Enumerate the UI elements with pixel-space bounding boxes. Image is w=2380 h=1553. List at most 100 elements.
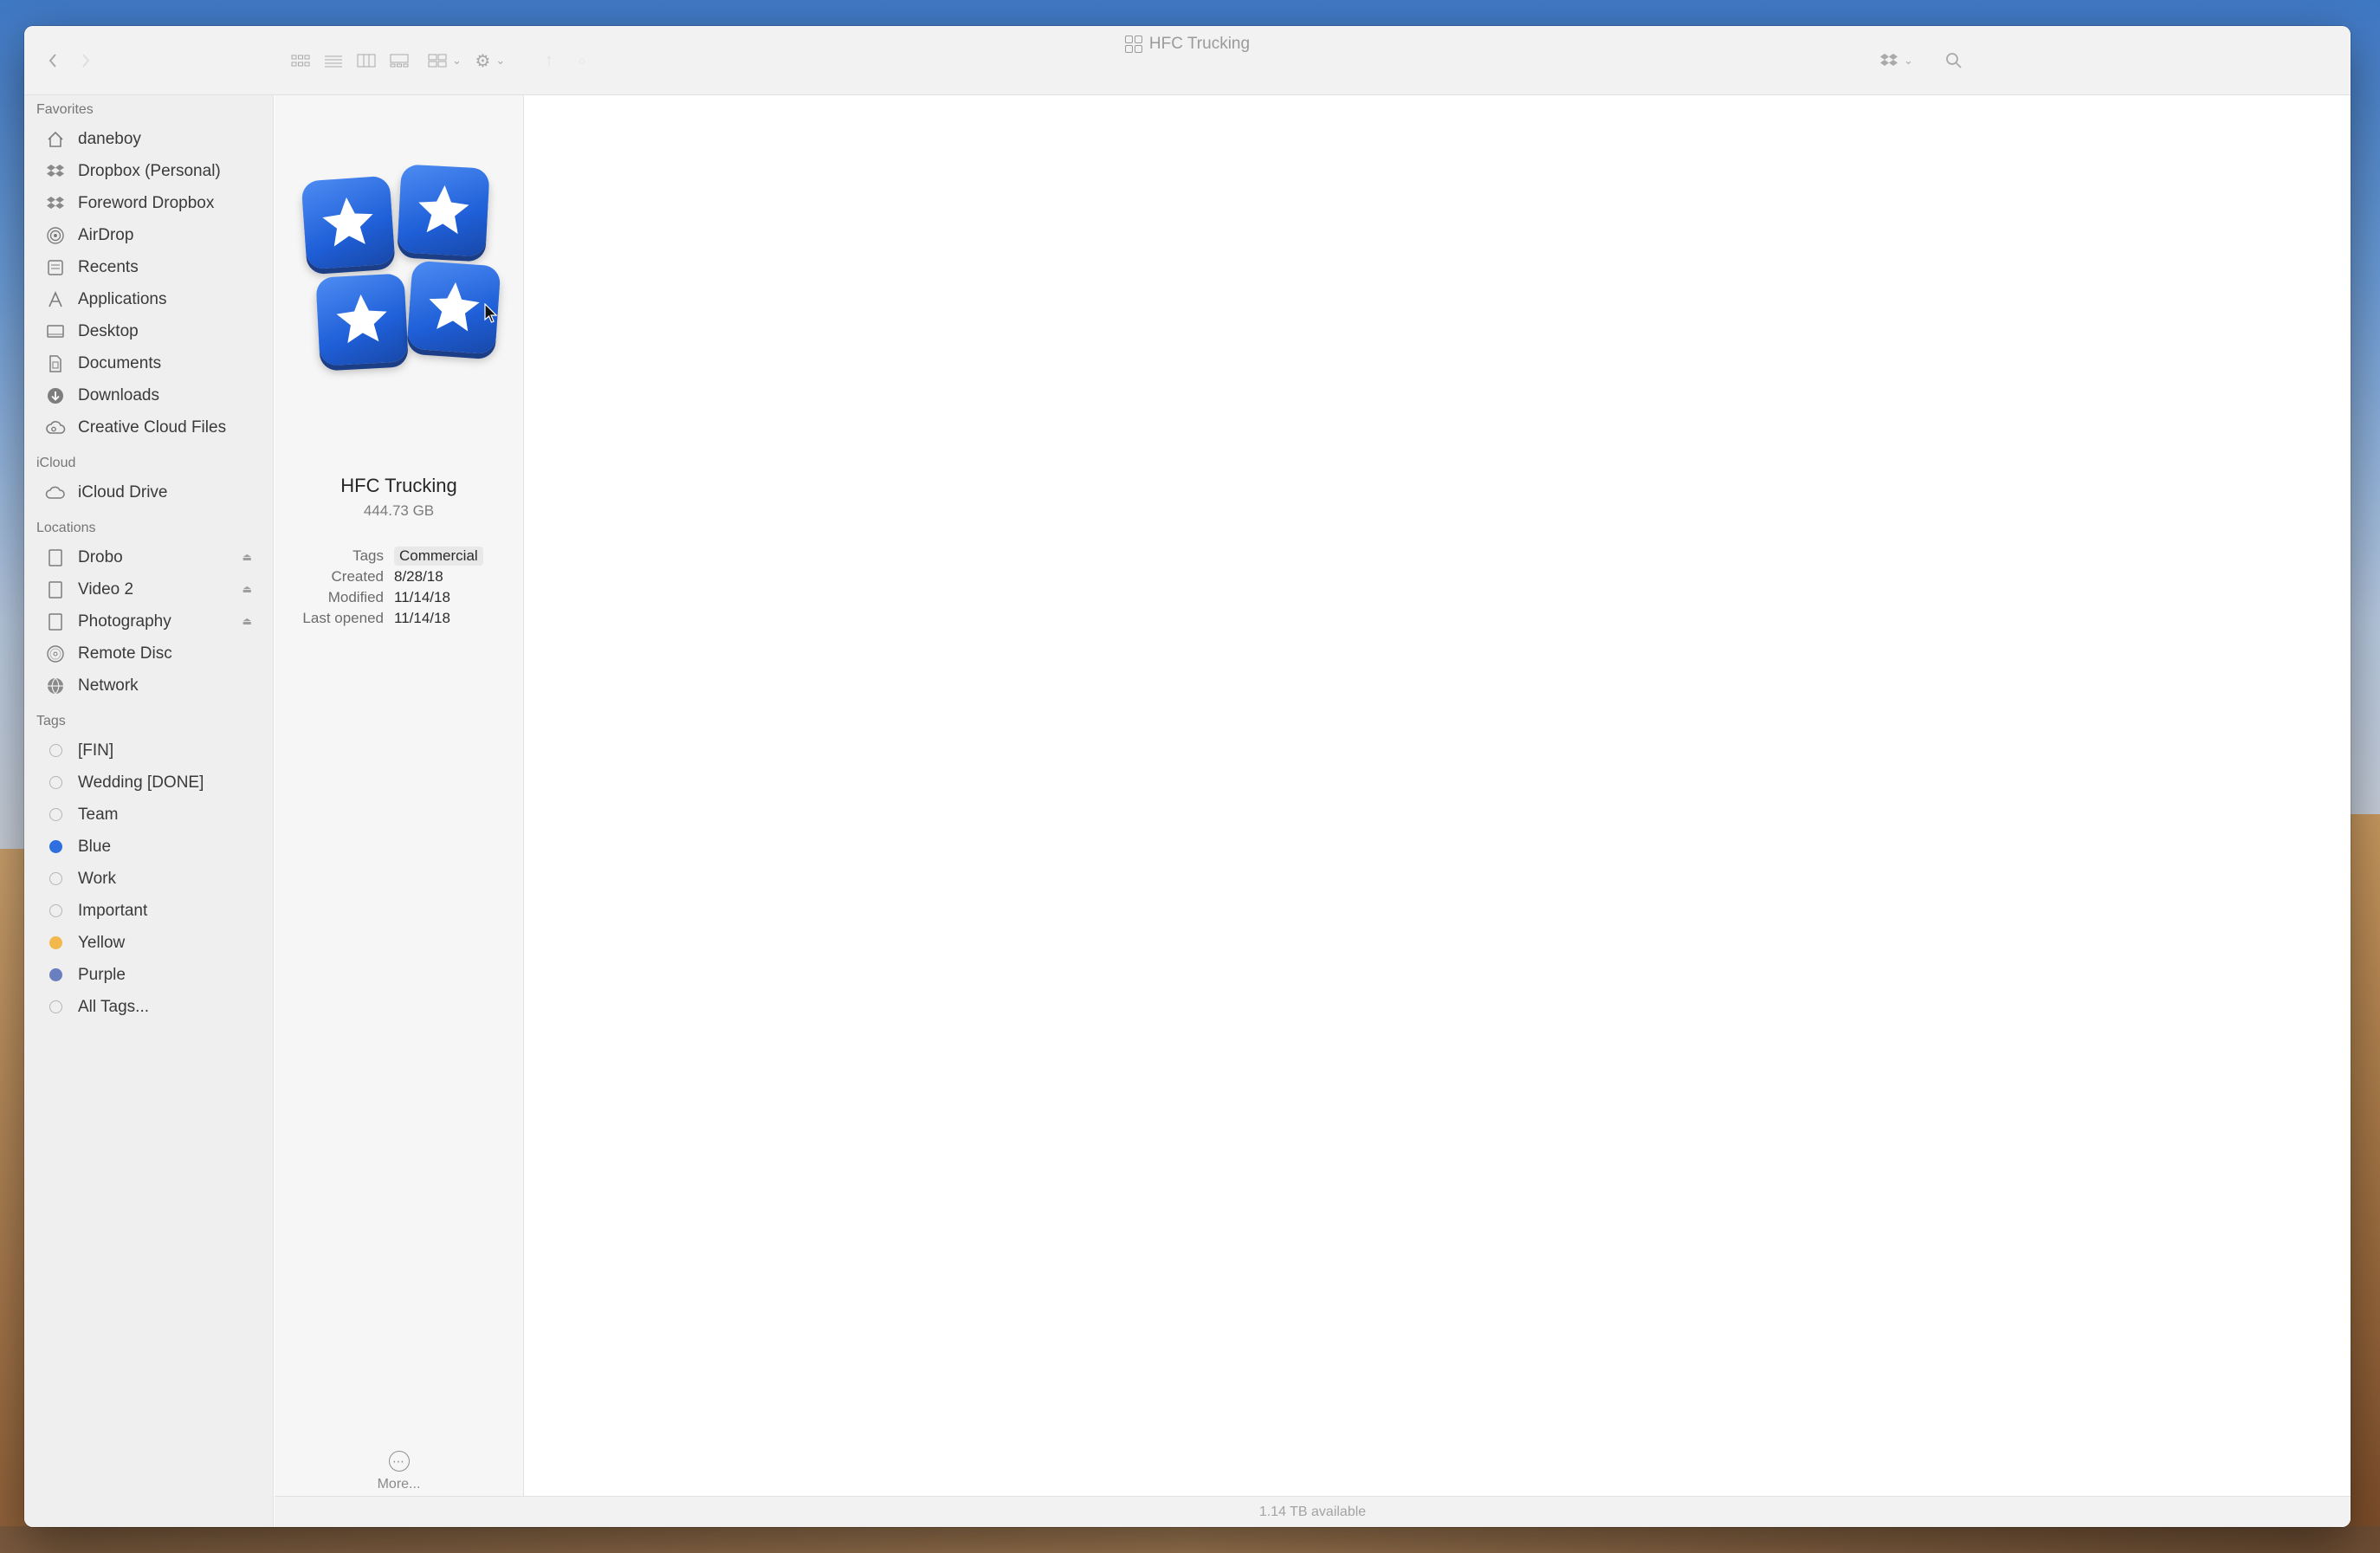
sidebar-item-label: Wedding [DONE] [78,773,204,792]
drive-icon [45,579,66,600]
status-bar: 1.14 TB available [275,1496,2351,1527]
ellipsis-icon: ⋯ [388,1451,410,1472]
dropbox-controls: ⌄ [1879,43,1913,78]
cloud-icon [45,482,66,503]
more-button[interactable]: ⋯ More... [275,1451,523,1492]
globe-icon [45,676,66,696]
house-icon [45,129,66,150]
sidebar-item-recents[interactable]: Recents [24,251,273,283]
sidebar-item-label: Downloads [78,385,159,404]
meta-value: 11/14/18 [394,589,450,605]
sidebar-item-remote-disc[interactable]: Remote Disc [24,637,273,670]
drive-icon [45,547,66,568]
download-icon [45,385,66,406]
sidebar-tag-wedding-done[interactable]: Wedding [DONE] [24,767,273,799]
sidebar-tag-fin[interactable]: [FIN] [24,734,273,767]
edit-tags-button[interactable]: ○ [566,43,598,78]
sidebar: Favorites daneboy Dropbox (Personal) For… [24,95,274,1527]
icon-view-icon [291,55,310,67]
list-view-icon [325,55,342,68]
meta-value: 8/28/18 [394,568,443,585]
drive-icon [45,611,66,632]
sidebar-item-label: [FIN] [78,741,114,760]
mouse-cursor-icon [484,303,498,323]
sidebar-item-applications[interactable]: Applications [24,283,273,315]
sidebar-item-label: Documents [78,353,162,372]
sidebar-tag-purple[interactable]: Purple [24,959,273,991]
icon-view-button[interactable] [284,43,317,78]
sidebar-item-label: iCloud Drive [78,482,168,501]
column-view-icon [357,54,376,68]
share-button[interactable]: ↑ [533,43,566,78]
magnifier-icon [1946,53,1962,68]
dropbox-icon [45,161,66,182]
chevron-down-icon: ⌄ [452,54,462,67]
disc-icon [45,644,66,664]
tag-chip[interactable]: Commercial [394,547,483,566]
sidebar-tag-yellow[interactable]: Yellow [24,927,273,959]
folder-grid-icon [1124,36,1142,53]
navigation-controls [36,43,102,78]
sidebar-item-desktop[interactable]: Desktop [24,315,273,347]
search-field[interactable] [1945,43,2326,78]
sidebar-item-label: Video 2 [78,579,134,599]
eject-icon[interactable]: ⏏ [243,551,252,563]
meta-key: Last opened [302,610,384,626]
eject-icon[interactable]: ⏏ [243,615,252,627]
eject-icon[interactable]: ⏏ [243,583,252,595]
sidebar-tag-blue[interactable]: Blue [24,831,273,863]
meta-key: Created [331,568,384,585]
back-button[interactable] [36,43,69,78]
meta-key: Modified [327,589,384,605]
sidebar-item-airdrop[interactable]: AirDrop [24,219,273,251]
app-icon[interactable] [299,164,507,372]
sidebar-item-photography[interactable]: Photography ⏏ [24,605,273,637]
group-button[interactable]: ⌄ [428,43,462,78]
column-view-button[interactable] [350,43,383,78]
tag-circle-icon [49,744,62,757]
action-button[interactable]: ⚙ ⌄ [474,43,507,78]
dropbox-icon [1880,54,1898,66]
tag-yellow-dot-icon [49,936,62,949]
file-browser-area[interactable] [525,95,2351,1527]
dropbox-icon [45,193,66,214]
sidebar-item-downloads[interactable]: Downloads [24,379,273,411]
sidebar-item-network[interactable]: Network [24,670,273,702]
sidebar-item-creative-cloud[interactable]: Creative Cloud Files [24,411,273,443]
sidebar-item-label: Dropbox (Personal) [78,161,221,180]
sidebar-item-icloud-drive[interactable]: iCloud Drive [24,476,273,508]
sidebar-item-dropbox-personal[interactable]: Dropbox (Personal) [24,155,273,187]
tag-circle-icon [49,808,62,821]
sidebar-item-label: Network [78,676,139,695]
dropbox-button[interactable]: ⌄ [1879,43,1913,78]
share-icon: ↑ [544,50,553,70]
sidebar-item-label: Desktop [78,321,139,340]
sidebar-item-label: AirDrop [78,225,134,244]
sidebar-tag-team[interactable]: Team [24,799,273,831]
meta-value: 11/14/18 [394,610,450,626]
meta-row-created: Created 8/28/18 [292,566,517,587]
window-title-text: HFC Trucking [1148,35,1251,53]
chevron-right-icon [82,54,90,68]
gallery-view-button[interactable] [383,43,416,78]
sidebar-tag-important[interactable]: Important [24,895,273,927]
preview-metadata: Tags Commercial Created 8/28/18 Modified… [292,546,517,629]
sidebar-tag-work[interactable]: Work [24,863,273,895]
document-icon [45,353,66,374]
meta-row-modified: Modified 11/14/18 [292,587,517,608]
finder-window: HFC Trucking ⌄ ⚙ ⌄ ↑ ○ ⌄ Favorites daneb… [24,26,2351,1527]
forward-button[interactable] [69,43,102,78]
sidebar-item-documents[interactable]: Documents [24,347,273,379]
sidebar-item-foreword-dropbox[interactable]: Foreword Dropbox [24,187,273,219]
clock-icon [45,257,66,278]
tag-purple-dot-icon [49,968,62,981]
sidebar-all-tags[interactable]: All Tags... [24,991,273,1023]
list-view-button[interactable] [317,43,350,78]
tag-circle-icon [49,904,62,917]
tag-icon: ○ [578,54,586,68]
sidebar-item-drobo[interactable]: Drobo ⏏ [24,541,273,573]
chevron-left-icon [49,54,56,68]
sidebar-item-video-2[interactable]: Video 2 ⏏ [24,573,273,605]
sidebar-item-daneboy[interactable]: daneboy [24,123,273,155]
group-icon [428,54,447,68]
